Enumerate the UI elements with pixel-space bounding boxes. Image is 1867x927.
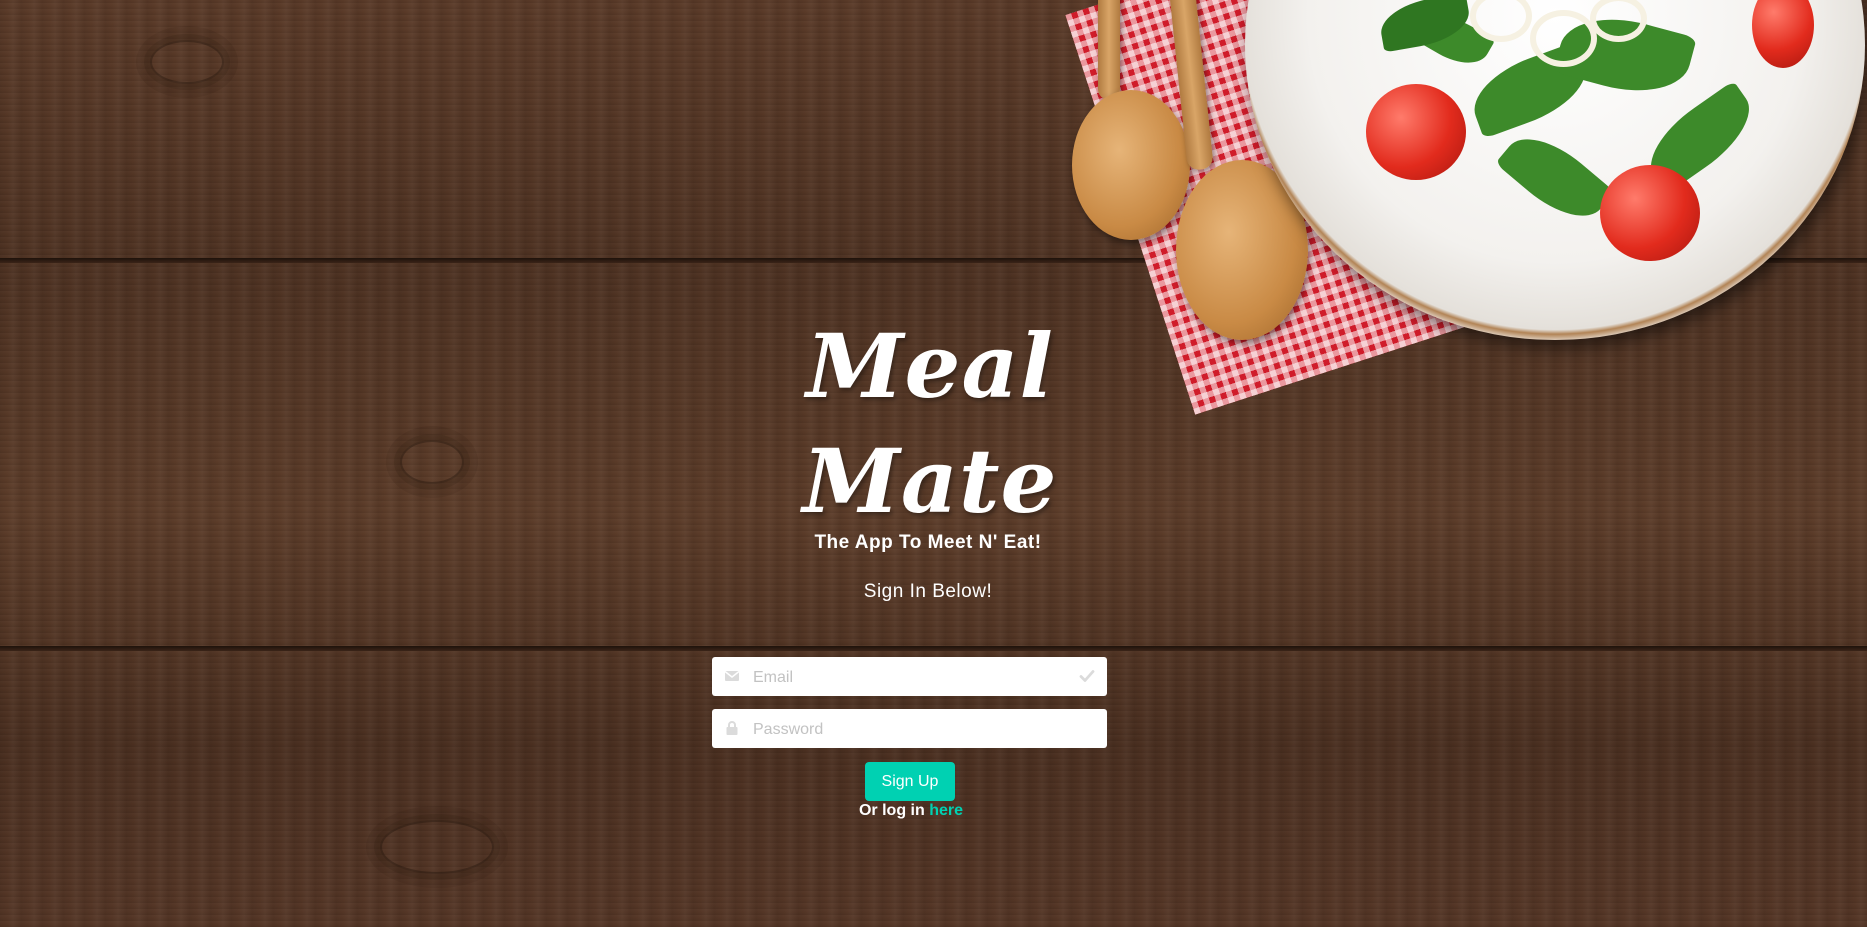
password-input[interactable] xyxy=(751,709,1065,750)
signin-heading: Sign In Below! xyxy=(863,581,993,602)
email-input[interactable] xyxy=(751,657,1065,698)
password-field xyxy=(712,709,1107,750)
login-prompt: Or log in here xyxy=(0,802,1822,820)
email-field xyxy=(712,657,1107,698)
logo-text-line1: Meal xyxy=(806,314,1054,418)
signin-panel: Meal Mate The App To Meet N' Eat! Sign I… xyxy=(0,0,1867,927)
check-icon xyxy=(1079,670,1095,682)
lock-icon xyxy=(726,721,738,735)
envelope-icon xyxy=(724,670,740,681)
login-link[interactable]: here xyxy=(929,802,963,819)
login-prefix-text: Or log in xyxy=(858,802,925,819)
signup-button[interactable]: Sign Up xyxy=(865,762,955,801)
app-tagline: The App To Meet N' Eat! xyxy=(814,532,1042,553)
logo-text-line2: Mate xyxy=(802,429,1058,533)
